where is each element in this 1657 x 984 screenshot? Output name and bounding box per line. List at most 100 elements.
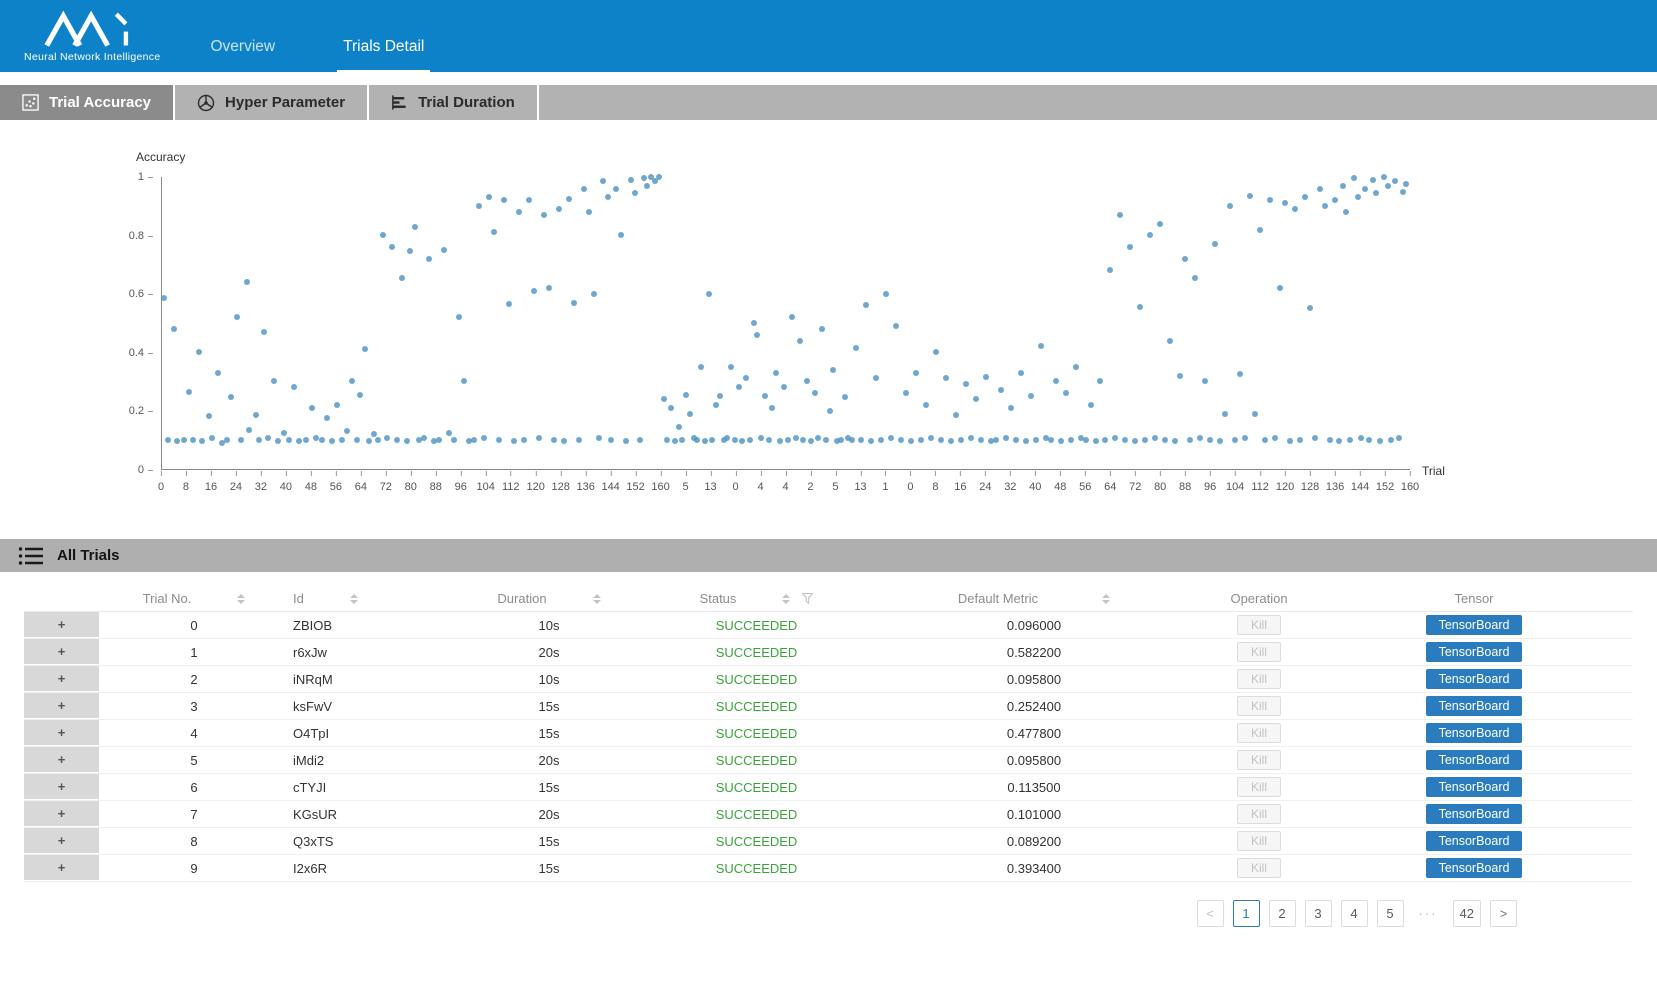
kill-button[interactable]: Kill	[1237, 723, 1281, 743]
kill-button[interactable]: Kill	[1237, 696, 1281, 716]
expand-row-button[interactable]: +	[24, 612, 99, 638]
scatter-point	[1362, 186, 1368, 192]
scatter-point	[291, 384, 297, 390]
scatter-point	[758, 435, 764, 441]
scatter-point	[1332, 197, 1338, 203]
metric-cell: 0.113500	[884, 780, 1184, 795]
sort-icon[interactable]	[237, 594, 245, 604]
expand-row-button[interactable]: +	[24, 693, 99, 719]
kill-button[interactable]: Kill	[1237, 669, 1281, 689]
scatter-point	[1003, 435, 1009, 441]
status-cell: SUCCEEDED	[629, 645, 884, 660]
tensorboard-button[interactable]: TensorBoard	[1426, 858, 1523, 878]
tensorboard-button[interactable]: TensorBoard	[1426, 615, 1523, 635]
kill-button[interactable]: Kill	[1237, 642, 1281, 662]
tensorboard-button[interactable]: TensorBoard	[1426, 723, 1523, 743]
duration-cell: 15s	[469, 726, 629, 741]
tensorboard-button[interactable]: TensorBoard	[1426, 642, 1523, 662]
scatter-point	[1162, 437, 1168, 443]
tab-trial-duration[interactable]: Trial Duration	[369, 85, 539, 120]
table-row: +1r6xJw20sSUCCEEDED0.582200KillTensorBoa…	[24, 639, 1633, 666]
scatter-point	[161, 295, 167, 301]
sort-icon[interactable]	[350, 594, 358, 604]
expand-row-button[interactable]: +	[24, 747, 99, 773]
scatter-point	[706, 291, 712, 297]
metric-cell: 0.252400	[884, 699, 1184, 714]
tensorboard-button[interactable]: TensorBoard	[1426, 777, 1523, 797]
scatter-point	[362, 346, 368, 352]
scatter-point	[349, 378, 355, 384]
scatter-point	[394, 437, 400, 443]
table-row: +4O4TpI15sSUCCEEDED0.477800KillTensorBoa…	[24, 720, 1633, 747]
tab-trial-accuracy[interactable]: Trial Accuracy	[0, 85, 175, 120]
scatter-point	[421, 435, 427, 441]
tensorboard-button[interactable]: TensorBoard	[1426, 804, 1523, 824]
table-row: +8Q3xTS15sSUCCEEDED0.089200KillTensorBoa…	[24, 828, 1633, 855]
table-header-row: Trial No. Id Duration Status Default Met…	[24, 586, 1633, 612]
kill-button[interactable]: Kill	[1237, 777, 1281, 797]
sort-icon[interactable]	[593, 594, 601, 604]
scatter-point	[1358, 435, 1364, 441]
prev-page-button[interactable]: <	[1197, 900, 1224, 927]
scatter-point	[789, 314, 795, 320]
expand-row-button[interactable]: +	[24, 639, 99, 665]
scatter-point	[1343, 209, 1349, 215]
tensorboard-button[interactable]: TensorBoard	[1426, 669, 1523, 689]
kill-button[interactable]: Kill	[1237, 858, 1281, 878]
scatter-point	[812, 390, 818, 396]
tensorboard-button[interactable]: TensorBoard	[1426, 750, 1523, 770]
page-button-4[interactable]: 4	[1341, 900, 1368, 927]
scatter-point	[246, 427, 252, 433]
trial-no-cell: 7	[99, 807, 289, 822]
page-button-3[interactable]: 3	[1305, 900, 1332, 927]
scatter-point	[736, 384, 742, 390]
kill-button[interactable]: Kill	[1237, 831, 1281, 851]
scatter-point	[1177, 373, 1183, 379]
tensorboard-button[interactable]: TensorBoard	[1426, 831, 1523, 851]
y-tick-label: 1	[138, 171, 144, 183]
scatter-point	[661, 396, 667, 402]
sort-icon[interactable]	[1102, 594, 1110, 604]
x-tick-label: 104	[1226, 481, 1244, 493]
page-button-5[interactable]: 5	[1377, 900, 1404, 927]
scatter-point	[1242, 435, 1248, 441]
operation-cell: Kill	[1184, 615, 1334, 635]
page-button-1[interactable]: 1	[1233, 900, 1260, 927]
expand-row-button[interactable]: +	[24, 828, 99, 854]
scatter-point	[371, 431, 377, 437]
next-page-button[interactable]: >	[1490, 900, 1517, 927]
scatter-point	[1207, 437, 1213, 443]
nav-overview[interactable]: Overview	[205, 38, 282, 72]
page-button-2[interactable]: 2	[1269, 900, 1296, 927]
x-tick-label: 152	[1376, 481, 1394, 493]
tab-hyper-parameter[interactable]: Hyper Parameter	[175, 85, 369, 120]
duration-cell: 10s	[469, 672, 629, 687]
page-button-last[interactable]: 42	[1453, 900, 1481, 927]
scatter-point	[389, 244, 395, 250]
expand-row-button[interactable]: +	[24, 774, 99, 800]
kill-button[interactable]: Kill	[1237, 615, 1281, 635]
kill-button[interactable]: Kill	[1237, 804, 1281, 824]
kill-button[interactable]: Kill	[1237, 750, 1281, 770]
tensorboard-button[interactable]: TensorBoard	[1426, 696, 1523, 716]
scatter-point	[687, 411, 693, 417]
scatter-point	[830, 367, 836, 373]
status-cell: SUCCEEDED	[629, 807, 884, 822]
app-header: Neural Network Intelligence Overview Tri…	[0, 0, 1657, 72]
sort-icon[interactable]	[782, 594, 790, 604]
scatter-point	[993, 437, 999, 443]
scatter-point	[713, 402, 719, 408]
scatter-point	[754, 332, 760, 338]
filter-icon[interactable]	[802, 593, 813, 604]
expand-row-button[interactable]: +	[24, 666, 99, 692]
scatter-point	[199, 438, 205, 444]
expand-row-button[interactable]: +	[24, 801, 99, 827]
scatter-point	[853, 345, 859, 351]
scatter-point	[751, 320, 757, 326]
scatter-point	[354, 437, 360, 443]
expand-row-button[interactable]: +	[24, 855, 99, 881]
scatter-point	[983, 374, 989, 380]
nav-trials-detail[interactable]: Trials Detail	[337, 38, 430, 72]
expand-row-button[interactable]: +	[24, 720, 99, 746]
scatter-point	[1152, 435, 1158, 441]
